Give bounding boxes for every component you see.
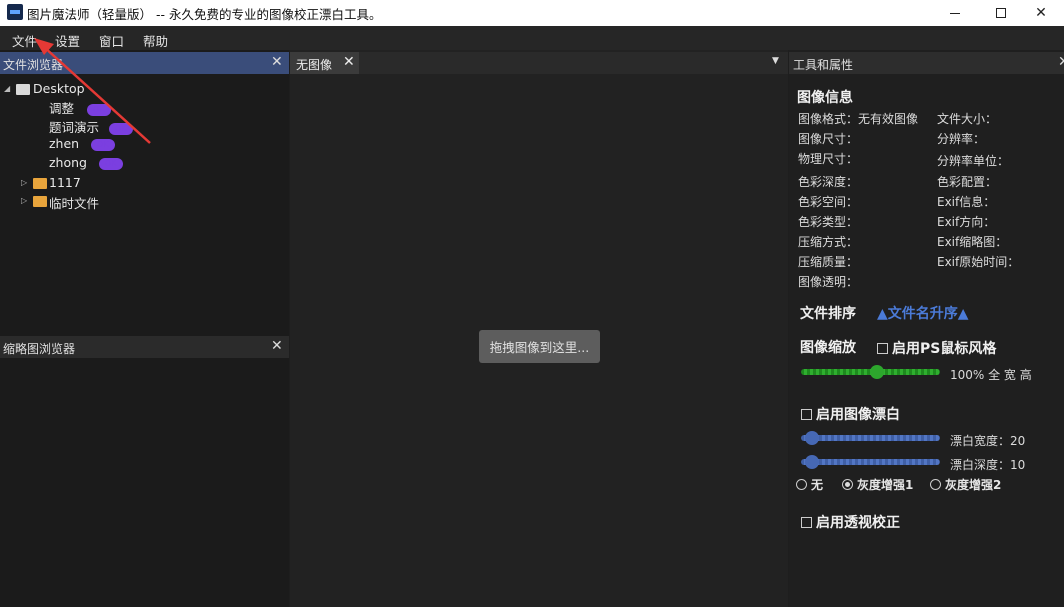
thumbnail-browser-title: 缩略图浏览器 <box>3 342 76 356</box>
menu-window[interactable]: 窗口 <box>99 31 124 50</box>
zoom-title: 图像缩放 <box>800 340 856 356</box>
zoom-slider-handle[interactable] <box>870 365 884 379</box>
radio-gray1[interactable]: 灰度增强1 <box>842 476 913 493</box>
image-info-field: 分辨率单位： <box>937 154 1010 168</box>
tab-no-image[interactable]: 无图像 ✕ <box>290 52 359 74</box>
radio-icon[interactable] <box>796 479 807 490</box>
file-browser-header: 文件浏览器 ✕ <box>0 52 289 74</box>
image-info-field: 图像格式：无有效图像 <box>798 112 919 126</box>
sort-order-link[interactable]: ▲文件名升序▲ <box>877 303 969 323</box>
image-info-field: 色彩类型： <box>798 215 859 229</box>
ps-mouse-label: 启用PS鼠标风格 <box>892 341 997 357</box>
tree-item-label: Desktop <box>33 81 85 96</box>
perspective-checkbox[interactable]: 启用透视校正 <box>801 512 900 532</box>
status-tag: OK <box>91 138 115 151</box>
bleach-width-handle[interactable] <box>805 431 819 445</box>
image-info-field: Exif原始时间： <box>937 255 1020 269</box>
bleach-label: 启用图像漂白 <box>816 407 900 423</box>
image-info-field: Exif缩略图： <box>937 235 1008 249</box>
image-info-field: 色彩深度： <box>798 175 859 189</box>
radio-gray1-label: 灰度增强1 <box>857 478 914 492</box>
thumbnail-area <box>0 358 289 607</box>
close-window-button[interactable]: ✕ <box>1018 0 1064 26</box>
radio-icon[interactable] <box>930 479 941 490</box>
expand-arrow-icon[interactable]: ◢ <box>4 84 10 93</box>
app-icon <box>7 4 23 20</box>
maximize-icon <box>996 8 1006 18</box>
image-info-field: 图像尺寸： <box>798 132 859 146</box>
tree-item-label: 调整 <box>49 101 75 116</box>
tree-item-label: 题词演示 <box>49 120 100 135</box>
status-tag: OK <box>109 122 133 135</box>
radio-gray2-label: 灰度增强2 <box>945 478 1002 492</box>
expand-arrow-icon[interactable]: ▷ <box>21 178 27 187</box>
radio-gray2[interactable]: 灰度增强2 <box>930 476 1001 493</box>
image-tab-bar: 无图像 ✕ <box>290 52 788 74</box>
image-info-field: 压缩质量： <box>798 255 859 269</box>
bleach-depth-handle[interactable] <box>805 455 819 469</box>
image-view[interactable] <box>290 50 788 607</box>
tab-label: 无图像 <box>296 58 333 72</box>
file-browser-title: 文件浏览器 <box>3 58 64 72</box>
zoom-slider[interactable] <box>801 365 940 379</box>
title-bar: 图片魔法师（轻量版） -- 永久免费的专业的图像校正漂白工具。 ✕ <box>0 0 1064 26</box>
minimize-button[interactable] <box>932 0 978 26</box>
tree-item-zhong[interactable]: zhong OK <box>49 155 123 173</box>
window-title: 图片魔法师（轻量版） -- 永久免费的专业的图像校正漂白工具。 <box>27 7 382 22</box>
tools-title: 工具和属性 <box>793 58 854 72</box>
sort-title: 文件排序 <box>800 306 856 322</box>
menu-bar: 文件 设置 窗口 帮助 <box>0 26 1064 50</box>
image-info-field: 色彩空间： <box>798 195 859 209</box>
drop-image-button[interactable]: 拖拽图像到这里... <box>479 330 600 363</box>
image-info-field: Exif信息： <box>937 195 996 209</box>
bleach-width-slider[interactable] <box>801 431 940 445</box>
close-file-browser-icon[interactable]: ✕ <box>271 54 283 70</box>
bleach-depth-label: 漂白深度：10 <box>950 458 1026 472</box>
tree-item-label: 临时文件 <box>49 196 100 211</box>
tree-item-tici[interactable]: 题词演示 OK <box>49 117 133 135</box>
expand-arrow-icon[interactable]: ▷ <box>21 196 27 205</box>
tab-dropdown-icon[interactable]: ▼ <box>772 56 779 66</box>
close-icon: ✕ <box>1035 5 1047 21</box>
image-info-field: 分辨率： <box>937 132 986 146</box>
status-tag: OK <box>87 103 111 116</box>
menu-file[interactable]: 文件 <box>12 31 37 50</box>
image-info-field: Exif方向： <box>937 215 996 229</box>
checkbox-icon[interactable] <box>877 343 888 354</box>
minimize-icon <box>950 12 960 14</box>
tree-item-label: zhen <box>49 136 80 151</box>
tree-item-tiaozheng[interactable]: 调整 OK <box>49 98 111 116</box>
folder-icon <box>33 196 47 207</box>
image-info-field: 物理尺寸： <box>798 152 859 166</box>
image-info-field: 文件大小： <box>937 112 998 126</box>
folder-icon <box>33 178 47 189</box>
close-thumbnail-browser-icon[interactable]: ✕ <box>271 338 283 354</box>
tree-item-label: zhong <box>49 155 87 170</box>
image-info-title: 图像信息 <box>797 90 853 106</box>
bleach-width-label: 漂白宽度：20 <box>950 434 1026 448</box>
ps-mouse-checkbox[interactable]: 启用PS鼠标风格 <box>877 338 996 358</box>
tree-item-label: 1117 <box>49 175 81 190</box>
status-tag: OK <box>99 157 123 170</box>
tree-item-zhen[interactable]: zhen OK <box>49 136 115 154</box>
bleach-depth-slider[interactable] <box>801 455 940 469</box>
image-info-field: 压缩方式： <box>798 235 859 249</box>
radio-selected-icon[interactable] <box>842 479 853 490</box>
image-info-field: 图像透明： <box>798 275 859 289</box>
thumbnail-browser-header: 缩略图浏览器 ✕ <box>0 336 289 358</box>
checkbox-icon[interactable] <box>801 409 812 420</box>
radio-none[interactable]: 无 <box>796 476 823 493</box>
close-tab-icon[interactable]: ✕ <box>343 54 355 70</box>
tools-header: 工具和属性 ✕ <box>789 52 1064 74</box>
radio-none-label: 无 <box>811 478 824 492</box>
perspective-label: 启用透视校正 <box>816 515 900 531</box>
image-info-field: 色彩配置： <box>937 175 998 189</box>
menu-help[interactable]: 帮助 <box>143 31 168 50</box>
bleach-checkbox[interactable]: 启用图像漂白 <box>801 404 900 424</box>
zoom-readout[interactable]: 100% 全 宽 高 <box>950 366 1032 383</box>
desktop-folder-icon <box>16 84 30 95</box>
close-tools-icon[interactable]: ✕ <box>1058 54 1064 70</box>
menu-settings[interactable]: 设置 <box>55 31 80 50</box>
checkbox-icon[interactable] <box>801 517 812 528</box>
